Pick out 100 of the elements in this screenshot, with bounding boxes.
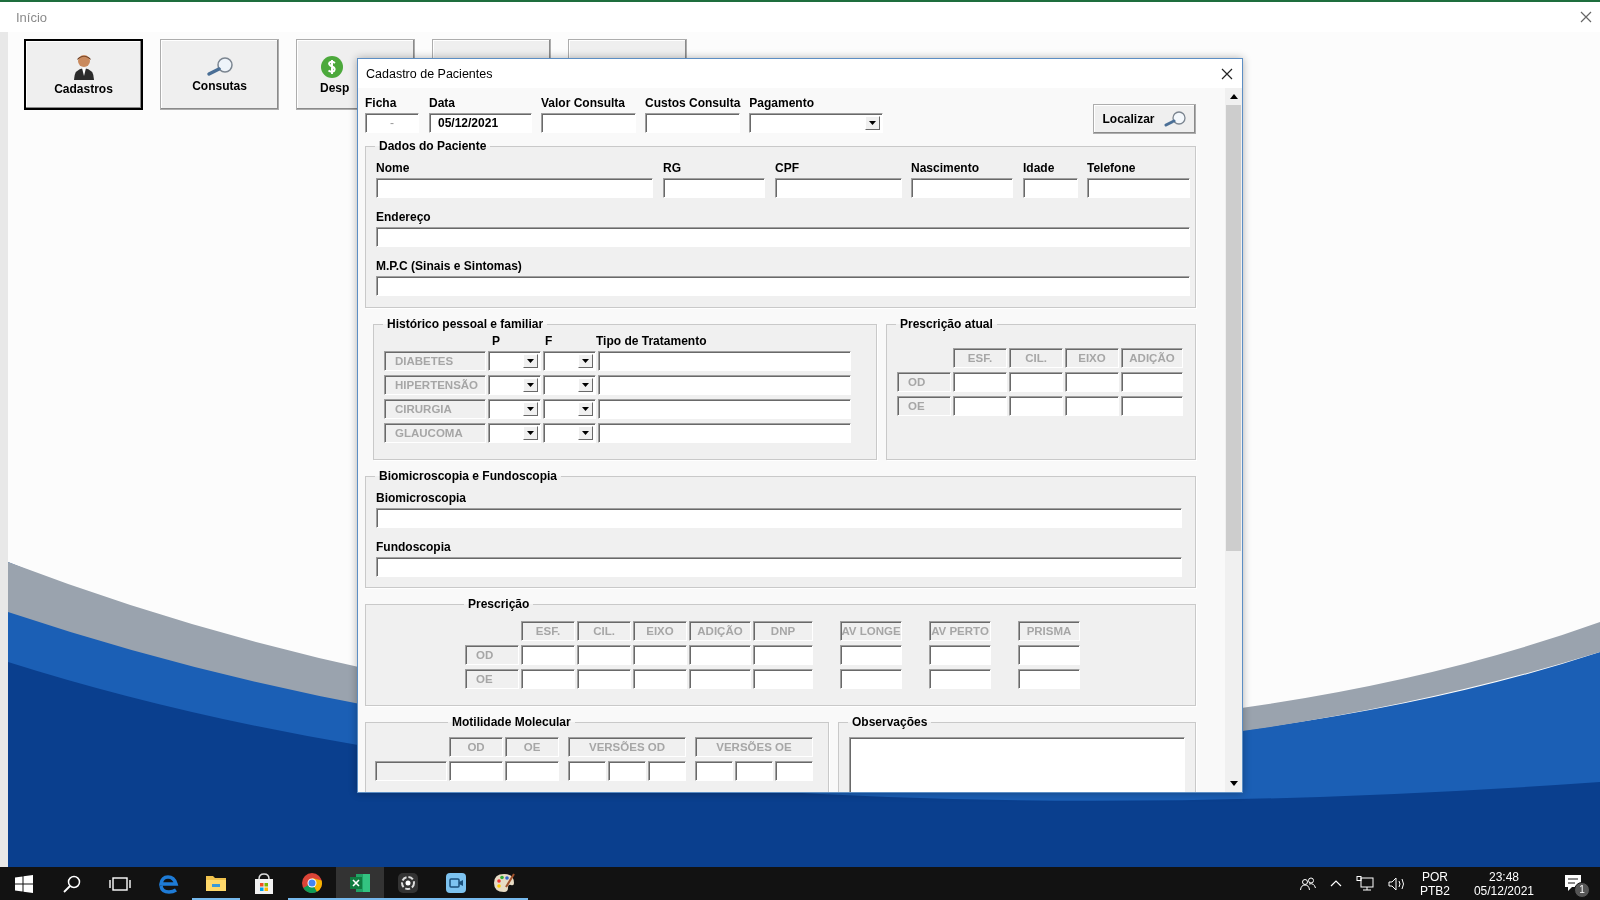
field-label: Nome <box>376 161 411 177</box>
input-field[interactable] <box>376 178 653 198</box>
column-header: DNP <box>753 621 813 641</box>
input-field[interactable] <box>598 399 851 419</box>
find-button[interactable]: Localizar <box>1093 104 1196 134</box>
dropdown-field[interactable] <box>543 375 596 395</box>
input-field[interactable] <box>449 761 503 781</box>
input-field[interactable] <box>1121 396 1183 416</box>
input-field[interactable] <box>753 669 813 689</box>
field-label: Fundoscopia <box>376 540 452 556</box>
input-field[interactable] <box>633 645 687 665</box>
column-header: EIXO <box>1065 348 1119 368</box>
clock-date[interactable]: 05/12/2021 <box>1473 883 1534 898</box>
column-header: Tipo de Tratamento <box>595 334 708 350</box>
dropdown-field[interactable] <box>488 399 541 419</box>
column-header: ADIÇÃO <box>1121 348 1183 368</box>
input-field[interactable] <box>911 178 1013 198</box>
input-field[interactable] <box>1018 669 1080 689</box>
column-header: OE <box>505 737 559 757</box>
input-field[interactable] <box>753 645 813 665</box>
input-field[interactable] <box>1018 645 1080 665</box>
search-icon <box>63 874 81 893</box>
input-field[interactable] <box>1121 372 1183 392</box>
input-field[interactable] <box>568 761 606 781</box>
dropdown-field[interactable] <box>543 423 596 443</box>
input-field[interactable] <box>929 645 991 665</box>
input-field[interactable] <box>1009 372 1063 392</box>
input-field[interactable] <box>608 761 646 781</box>
column-header: ADIÇÃO <box>689 621 751 641</box>
input-field[interactable] <box>840 645 902 665</box>
menu-button[interactable]: Cadastros <box>24 39 143 110</box>
input-field[interactable] <box>633 669 687 689</box>
clock-time[interactable]: 23:48 <box>1488 869 1519 884</box>
window-title: Início <box>16 9 48 25</box>
down-arrow-icon <box>1229 781 1238 786</box>
input-field[interactable] <box>598 423 851 443</box>
chevron-up-icon <box>1329 880 1342 887</box>
input-field[interactable] <box>376 276 1190 296</box>
input-field[interactable] <box>505 761 559 781</box>
input-field[interactable] <box>689 669 751 689</box>
input-field[interactable] <box>695 761 733 781</box>
keyboard-layout[interactable]: PTB2 <box>1419 883 1450 898</box>
field-label: Biomicroscopia <box>376 491 468 507</box>
menu-button[interactable]: Consutas <box>160 39 279 110</box>
input-field[interactable] <box>775 178 902 198</box>
input-field[interactable] <box>598 351 851 371</box>
dropdown-field[interactable] <box>543 351 596 371</box>
input-field[interactable] <box>376 508 1182 528</box>
field-label: Valor Consulta <box>541 96 627 112</box>
notification-button[interactable]: 1 <box>1562 871 1590 896</box>
dollar-coin-icon <box>320 54 344 79</box>
column-header: P <box>491 334 501 350</box>
input-field[interactable] <box>953 372 1007 392</box>
input-field[interactable] <box>663 178 765 198</box>
input-field[interactable] <box>735 761 773 781</box>
row-label: OE <box>465 669 519 689</box>
input-field[interactable] <box>376 557 1182 577</box>
input-field[interactable] <box>376 227 1190 247</box>
input-field[interactable]: 05/12/2021 <box>429 113 532 133</box>
scrollbar-thumb[interactable] <box>1226 105 1241 551</box>
input-field[interactable] <box>1009 396 1063 416</box>
input-field[interactable] <box>521 645 575 665</box>
input-field[interactable] <box>577 669 631 689</box>
volume-icon <box>1387 876 1406 891</box>
caret-icon <box>527 407 534 411</box>
input-field[interactable] <box>577 645 631 665</box>
input-field[interactable] <box>648 761 686 781</box>
dropdown-field[interactable] <box>488 351 541 371</box>
language-indicator[interactable]: POR <box>1421 869 1448 884</box>
dropdown-field[interactable] <box>488 375 541 395</box>
dropdown-field[interactable] <box>543 399 596 419</box>
close-icon <box>1221 67 1233 80</box>
input-field[interactable] <box>1023 178 1078 198</box>
row-label: GLAUCOMA <box>384 423 486 443</box>
input-field[interactable] <box>645 113 740 133</box>
input-field[interactable] <box>775 761 813 781</box>
group-title: Biomicroscopia e Fundoscopia <box>378 469 559 483</box>
caret-icon <box>869 121 877 125</box>
field-label: Idade <box>1023 161 1056 177</box>
input-field[interactable] <box>521 669 575 689</box>
shopping-bag-icon <box>252 871 276 896</box>
input-field[interactable] <box>953 396 1007 416</box>
input-field[interactable] <box>840 669 902 689</box>
field-label: Pagamento <box>749 96 816 112</box>
close-icon <box>1580 11 1592 23</box>
column-header: ESF. <box>953 348 1007 368</box>
ring-icon <box>396 870 420 895</box>
field-label: Endereço <box>376 210 432 226</box>
input-field[interactable] <box>541 113 636 133</box>
input-field[interactable] <box>1065 372 1119 392</box>
dropdown-field[interactable] <box>488 423 541 443</box>
input-field[interactable] <box>1065 396 1119 416</box>
input-field[interactable] <box>689 645 751 665</box>
input-field[interactable] <box>929 669 991 689</box>
dropdown-field[interactable] <box>749 113 884 133</box>
row-label: OE <box>897 396 951 416</box>
taskbar-app-button[interactable] <box>336 867 384 900</box>
input-field[interactable] <box>598 375 851 395</box>
column-header: F <box>544 334 554 350</box>
input-field[interactable] <box>1087 178 1190 198</box>
